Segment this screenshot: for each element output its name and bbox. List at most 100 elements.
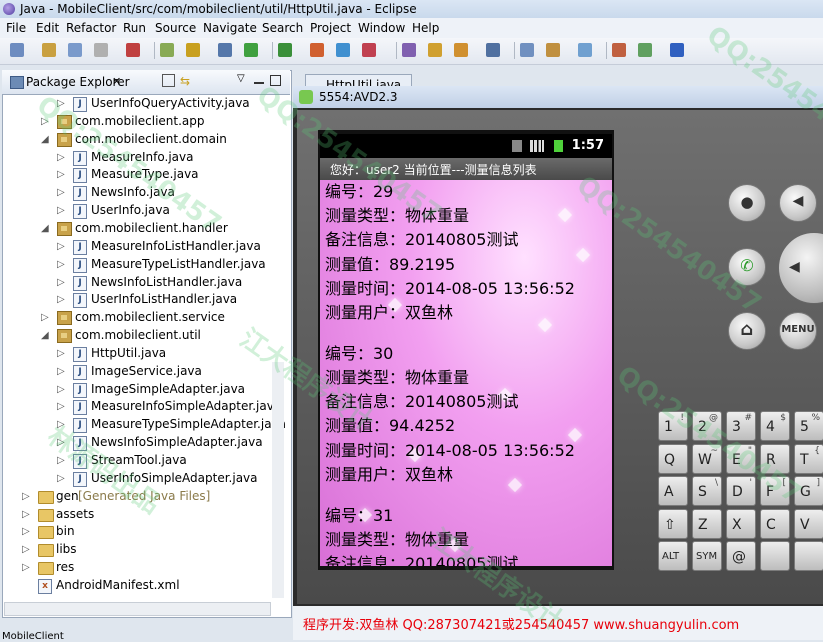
collapsed-arrow-icon[interactable]: ▷	[57, 187, 65, 198]
collapsed-arrow-icon[interactable]: ▷	[57, 473, 65, 484]
tree-item-userinfoqueryactivity-java[interactable]: ▷ J UserInfoQueryActivity.java	[2, 95, 288, 113]
toolbar-button-icon[interactable]	[638, 43, 652, 57]
tree-item-imageservice-java[interactable]: ▷ J ImageService.java	[2, 363, 288, 381]
key-5[interactable]: 5%	[794, 411, 823, 441]
package-explorer-tab[interactable]: Package Explorer ✕ ⇆ ▽	[2, 70, 290, 95]
view-menu-icon[interactable]: ▽	[237, 73, 245, 84]
menu-item-refactor[interactable]: Refactor	[66, 21, 116, 35]
toolbar-button-icon[interactable]	[218, 43, 232, 57]
menu-button[interactable]: MENU	[779, 312, 817, 350]
tree-item-com-mobileclient-service[interactable]: ▷ com.mobileclient.service	[2, 309, 288, 327]
collapsed-arrow-icon[interactable]: ▷	[41, 116, 49, 127]
link-editor-icon[interactable]: ⇆	[180, 74, 190, 88]
toolbar-button-icon[interactable]	[160, 43, 174, 57]
collapsed-arrow-icon[interactable]: ▷	[57, 419, 65, 430]
menu-item-edit[interactable]: Edit	[36, 21, 59, 35]
tree-item-measureinfosimpleadapter-java[interactable]: ▷ J MeasureInfoSimpleAdapter.java	[2, 398, 288, 416]
menu-item-search[interactable]: Search	[262, 21, 303, 35]
tree-item-bin[interactable]: ▷ bin	[2, 523, 288, 541]
collapsed-arrow-icon[interactable]: ▷	[41, 312, 49, 323]
key-g[interactable]: G]	[794, 476, 823, 506]
collapsed-arrow-icon[interactable]: ▷	[57, 205, 65, 216]
collapsed-arrow-icon[interactable]: ▷	[22, 544, 30, 555]
key-2[interactable]: 2 @	[692, 411, 722, 441]
tree-item-streamtool-java[interactable]: ▷ J StreamTool.java	[2, 452, 288, 470]
collapsed-arrow-icon[interactable]: ▷	[22, 526, 30, 537]
toolbar-button-icon[interactable]	[94, 43, 108, 57]
tree-item-newsinfo-java[interactable]: ▷ J NewsInfo.java	[2, 184, 288, 202]
tree-item-measuretype-java[interactable]: ▷ J MeasureType.java	[2, 166, 288, 184]
tree-item-imagesimpleadapter-java[interactable]: ▷ J ImageSimpleAdapter.java	[2, 381, 288, 399]
expanded-arrow-icon[interactable]: ◢	[41, 330, 49, 341]
tree-vertical-scrollbar[interactable]	[272, 362, 284, 598]
key-f[interactable]: F[	[760, 476, 790, 506]
key-a[interactable]: A	[658, 476, 688, 506]
collapsed-arrow-icon[interactable]: ▷	[57, 259, 65, 270]
tree-item-userinfo-java[interactable]: ▷ J UserInfo.java	[2, 202, 288, 220]
collapse-all-icon[interactable]	[162, 74, 175, 87]
tree-item-newsinfosimpleadapter-java[interactable]: ▷ J NewsInfoSimpleAdapter.java	[2, 434, 288, 452]
tree-item-libs[interactable]: ▷ libs	[2, 541, 288, 559]
toolbar-button-icon[interactable]	[244, 43, 258, 57]
collapsed-arrow-icon[interactable]: ▷	[22, 491, 30, 502]
tree-item-androidmanifest-xml[interactable]: x AndroidManifest.xml	[2, 577, 288, 595]
menu-item-project[interactable]: Project	[310, 21, 351, 35]
toolbar-button-icon[interactable]	[278, 43, 292, 57]
tree-item-userinfolisthandler-java[interactable]: ▷ J UserInfoListHandler.java	[2, 291, 288, 309]
toolbar-button-icon[interactable]	[428, 43, 442, 57]
key-@[interactable]: @	[726, 541, 756, 571]
key-4[interactable]: 4 $	[760, 411, 790, 441]
tree-item-newsinfolisthandler-java[interactable]: ▷ J NewsInfoListHandler.java	[2, 274, 288, 292]
tree-item-com-mobileclient-app[interactable]: ▷ com.mobileclient.app	[2, 113, 288, 131]
key-blank[interactable]	[760, 541, 790, 571]
collapsed-arrow-icon[interactable]: ▷	[57, 241, 65, 252]
key-t[interactable]: T{	[794, 443, 823, 474]
key-e[interactable]: E "	[726, 443, 756, 474]
toolbar-button-icon[interactable]	[402, 43, 416, 57]
tree-item-measureinfo-java[interactable]: ▷ J MeasureInfo.java	[2, 149, 288, 167]
tree-item-gen[interactable]: ▷ gen [Generated Java Files]	[2, 488, 288, 506]
toolbar-button-icon[interactable]	[546, 43, 560, 57]
collapsed-arrow-icon[interactable]: ▷	[57, 152, 65, 163]
toolbar-button-icon[interactable]	[578, 43, 592, 57]
tree-item-measureinfolisthandler-java[interactable]: ▷ J MeasureInfoListHandler.java	[2, 238, 288, 256]
toolbar-button-icon[interactable]	[186, 43, 200, 57]
tree-item-httputil-java[interactable]: ▷ J HttpUtil.java	[2, 345, 288, 363]
collapsed-arrow-icon[interactable]: ▷	[57, 98, 65, 109]
key-c[interactable]: C	[760, 508, 790, 539]
collapsed-arrow-icon[interactable]: ▷	[57, 401, 65, 412]
collapsed-arrow-icon[interactable]: ▷	[57, 169, 65, 180]
tree-item-assets[interactable]: ▷ assets	[2, 506, 288, 524]
key-3[interactable]: 3 #	[726, 411, 756, 441]
menu-item-run[interactable]: Run	[123, 21, 146, 35]
menu-item-window[interactable]: Window	[358, 21, 405, 35]
toolbar-button-icon[interactable]	[68, 43, 82, 57]
collapsed-arrow-icon[interactable]: ▷	[22, 509, 30, 520]
key-sym[interactable]: SYM	[692, 541, 722, 571]
toolbar-button-icon[interactable]	[336, 43, 350, 57]
toolbar-button-icon[interactable]	[612, 43, 626, 57]
toolbar-button-icon[interactable]	[310, 43, 324, 57]
toolbar-button-icon[interactable]	[520, 43, 534, 57]
collapsed-arrow-icon[interactable]: ▷	[57, 455, 65, 466]
tree-item-userinfosimpleadapter-java[interactable]: ▷ J UserInfoSimpleAdapter.java	[2, 470, 288, 488]
key-alt[interactable]: ALT	[658, 541, 688, 571]
key-blank[interactable]	[794, 541, 823, 571]
key-r[interactable]: R	[760, 443, 790, 474]
maximize-icon[interactable]	[270, 75, 281, 86]
close-icon[interactable]: ✕	[112, 75, 121, 88]
tree-item-res[interactable]: ▷ res	[2, 559, 288, 577]
tree-item-com-mobileclient-util[interactable]: ◢ com.mobileclient.util	[2, 327, 288, 345]
menu-item-file[interactable]: File	[6, 21, 26, 35]
toolbar-button-icon[interactable]	[486, 43, 500, 57]
camera-button[interactable]: ●	[728, 184, 766, 222]
tree-item-measuretypesimpleadapter-java[interactable]: ▷ J MeasureTypeSimpleAdapter.java	[2, 416, 288, 434]
toolbar-button-icon[interactable]	[10, 43, 24, 57]
toolbar-button-icon[interactable]	[670, 43, 684, 57]
tree-horizontal-scrollbar[interactable]	[4, 602, 271, 616]
expanded-arrow-icon[interactable]: ◢	[41, 134, 49, 145]
key-x[interactable]: X	[726, 508, 756, 539]
collapsed-arrow-icon[interactable]: ▷	[57, 437, 65, 448]
collapsed-arrow-icon[interactable]: ▷	[57, 294, 65, 305]
key-w[interactable]: W ~	[692, 443, 722, 474]
